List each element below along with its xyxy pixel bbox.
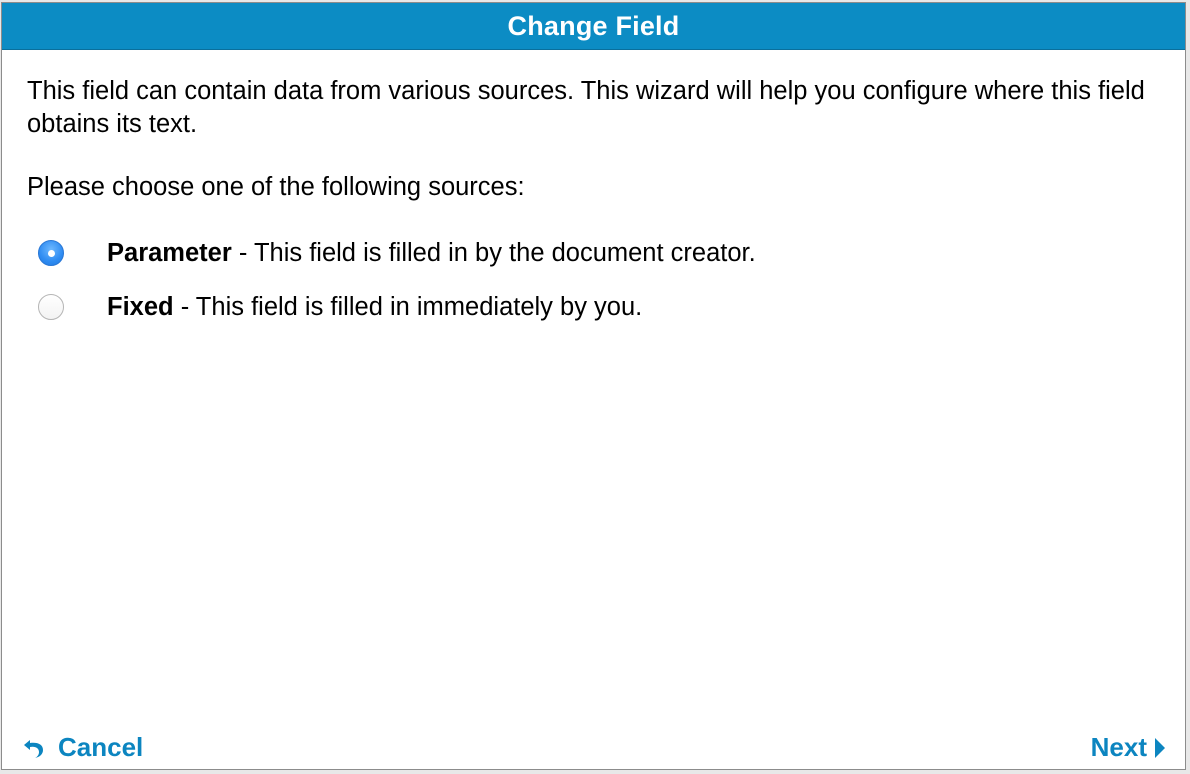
dialog-title: Change Field	[507, 10, 680, 41]
undo-arrow-icon	[24, 739, 43, 758]
parameter-radio[interactable]	[38, 240, 64, 266]
prompt-text: Please choose one of the following sourc…	[27, 173, 525, 201]
option-fixed[interactable]: Fixed - This field is filled in immediat…	[27, 280, 1155, 334]
next-button[interactable]: Next	[1091, 732, 1167, 763]
option-fixed-description: - This field is filled in immediately by…	[173, 292, 643, 321]
option-parameter-name: Parameter	[107, 238, 232, 267]
option-parameter-description: - This field is filled in by the documen…	[231, 238, 756, 267]
change-field-dialog: Change Field This field can contain data…	[1, 2, 1186, 770]
option-parameter-label[interactable]: Parameter - This field is filled in by t…	[107, 237, 756, 270]
cancel-label: Cancel	[58, 732, 144, 762]
option-fixed-label[interactable]: Fixed - This field is filled in immediat…	[107, 291, 642, 324]
triangle-right-icon	[1155, 737, 1165, 758]
dialog-titlebar: Change Field	[2, 3, 1185, 50]
option-fixed-name: Fixed	[107, 292, 174, 321]
dialog-content: This field can contain data from various…	[27, 75, 1155, 334]
intro-text: This field can contain data from various…	[27, 77, 1145, 138]
next-label: Next	[1090, 732, 1147, 762]
fixed-radio[interactable]	[38, 294, 64, 320]
cancel-button[interactable]: Cancel	[22, 732, 143, 763]
source-options: Parameter - This field is filled in by t…	[27, 226, 1155, 334]
option-parameter[interactable]: Parameter - This field is filled in by t…	[27, 226, 1155, 280]
